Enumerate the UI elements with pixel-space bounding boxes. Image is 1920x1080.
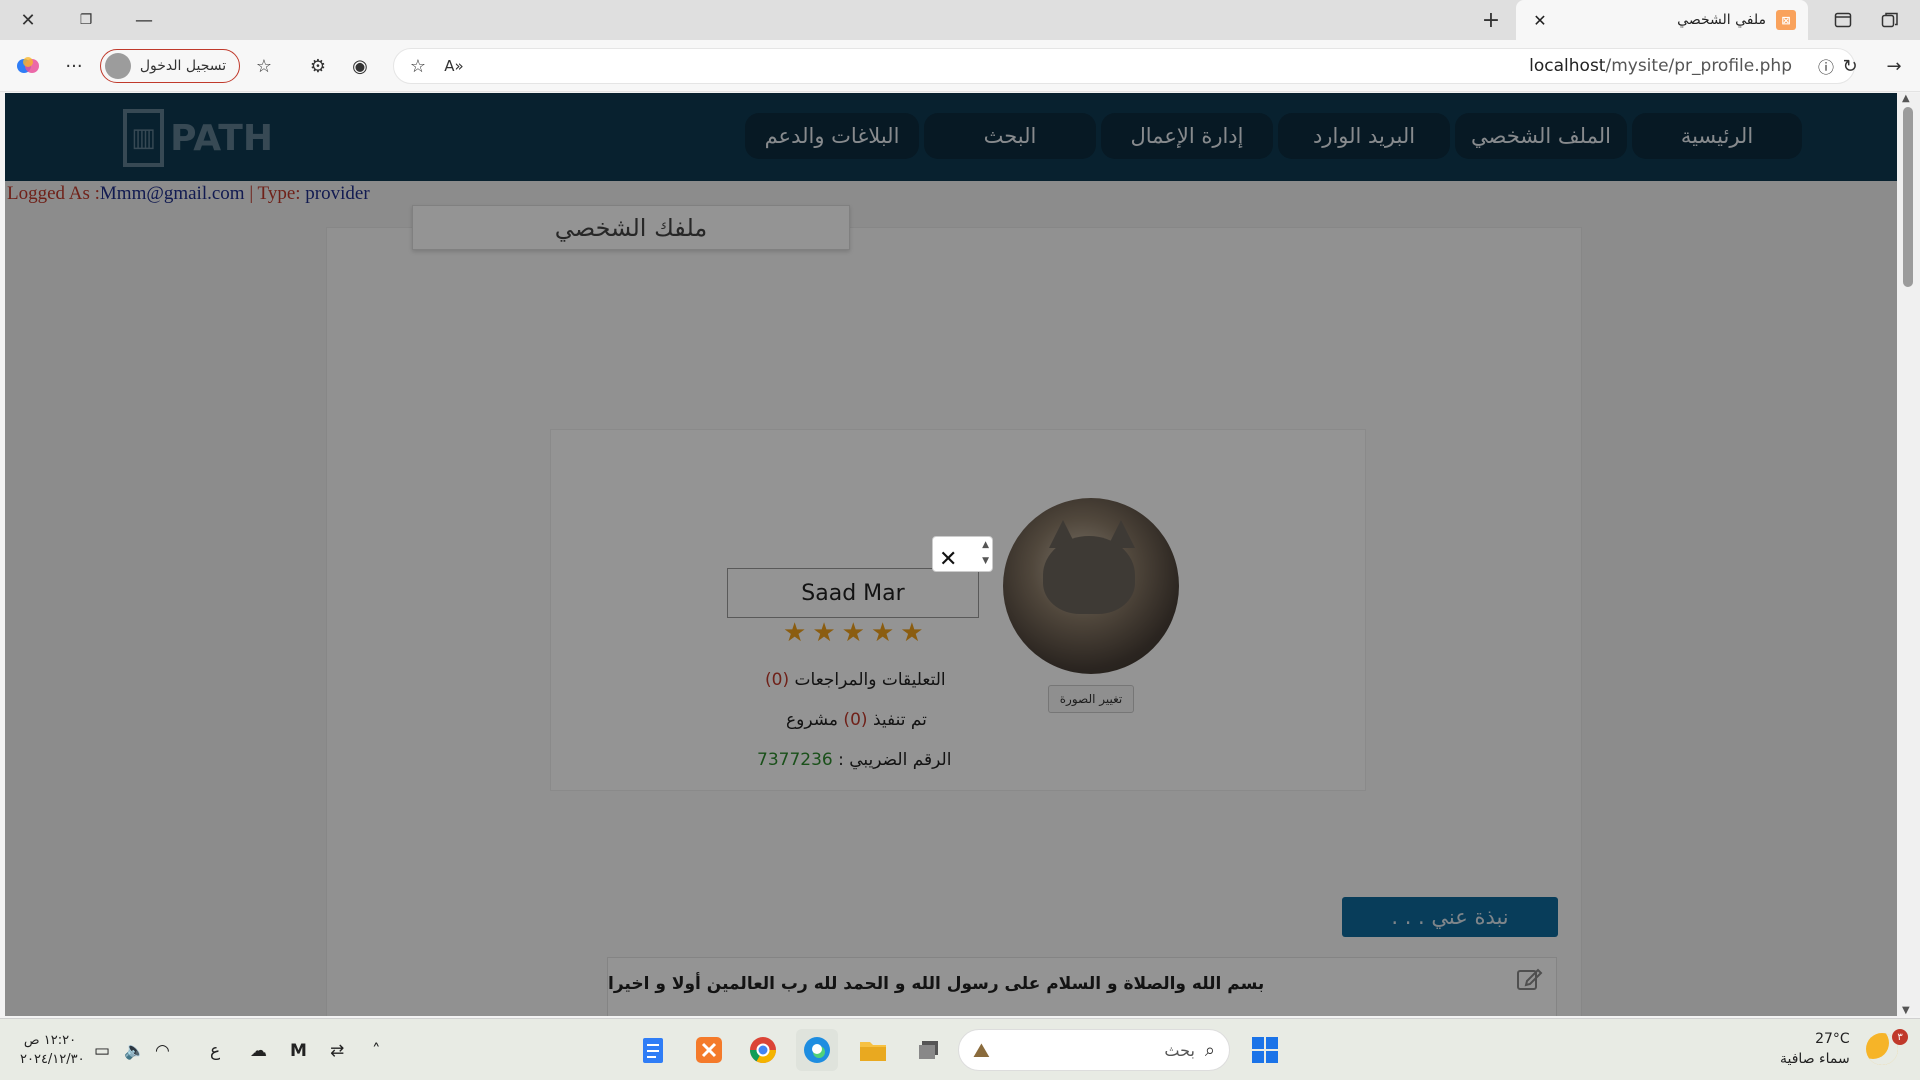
number-spinner-foreground[interactable]: ✕ ▲ ▼ xyxy=(932,536,993,572)
edge-icon xyxy=(804,1037,830,1063)
restore-window-button[interactable]: ❐ xyxy=(58,0,114,40)
cloud-off-icon[interactable]: ☁ xyxy=(250,1041,267,1061)
notepad-app[interactable] xyxy=(632,1029,674,1071)
search-placeholder: بحث xyxy=(1164,1040,1195,1060)
web-page: ▥ PATH الرئيسية الملف الشخصي البريد الوا… xyxy=(5,93,1897,1016)
record-icon: ◉ xyxy=(352,55,368,77)
close-window-button[interactable]: ✕ xyxy=(0,0,56,40)
copilot-button[interactable] xyxy=(12,50,44,82)
chrome-icon xyxy=(749,1037,777,1064)
url-path: /mysite/pr_profile.php xyxy=(1605,56,1792,76)
tab-actions-button[interactable] xyxy=(1828,6,1858,34)
vertical-scrollbar[interactable]: ▲ ▼ xyxy=(1897,93,1920,1016)
clear-icon[interactable]: ✕ xyxy=(939,549,957,571)
search-icon: ⌕ xyxy=(1204,1039,1215,1061)
address-bar[interactable]: ☆ A» localhost/mysite/pr_profile.php ⓘ xyxy=(393,48,1855,84)
sign-in-button[interactable]: تسجيل الدخول xyxy=(100,49,240,83)
battery-icon[interactable]: ▭ xyxy=(94,1041,110,1061)
read-aloud-button[interactable]: A» xyxy=(438,50,470,82)
workspaces-button[interactable] xyxy=(1875,6,1905,34)
chrome-app[interactable] xyxy=(742,1029,784,1071)
task-view-app[interactable] xyxy=(908,1029,950,1071)
system-clock[interactable]: ١٢:٢٠ ص ٢٠٢٤/١٢/٣٠ xyxy=(20,1031,85,1069)
wifi-icon[interactable]: ◠ xyxy=(155,1041,170,1061)
tab-title: ملفي الشخصي xyxy=(1677,12,1766,28)
restore-icon: ❐ xyxy=(79,12,93,28)
browser-tab[interactable]: ✕ ملفي الشخصي ⊠ xyxy=(1516,0,1808,40)
window-stack-icon xyxy=(919,1041,938,1059)
arrow-right-icon: → xyxy=(1886,55,1902,77)
weather-temp: 27°C xyxy=(1815,1031,1850,1047)
weather-widget[interactable]: 27°C سماء صافية xyxy=(1780,1029,1850,1069)
edge-app[interactable] xyxy=(796,1029,838,1071)
avatar-icon xyxy=(105,53,131,79)
notepad-icon xyxy=(643,1038,663,1063)
minimize-icon: — xyxy=(135,9,153,31)
weather-desc: سماء صافية xyxy=(1780,1051,1850,1067)
xampp-icon: ⊠ xyxy=(1776,10,1796,30)
sign-in-label: تسجيل الدخول xyxy=(139,58,227,74)
spin-down-icon[interactable]: ▼ xyxy=(982,556,989,566)
start-button[interactable] xyxy=(1244,1029,1286,1071)
browser-toolbar: ··· تسجيل الدخول ☆ ⚙ ◉ ☆ A» localhost/my… xyxy=(0,40,1920,92)
workspaces-icon xyxy=(1881,12,1898,28)
spin-up-icon[interactable]: ▲ xyxy=(982,540,989,550)
file-explorer-app[interactable] xyxy=(852,1029,894,1071)
scrollbar-thumb[interactable] xyxy=(1903,107,1913,287)
search-highlight-icon: ⛰ xyxy=(973,1038,990,1062)
more-options-button[interactable]: ··· xyxy=(58,50,90,82)
xampp-app-icon xyxy=(696,1037,722,1063)
folder-icon xyxy=(860,1042,886,1061)
tab-close-icon[interactable]: ✕ xyxy=(1528,8,1552,32)
info-icon: ⓘ xyxy=(1817,58,1834,77)
extensions-icon: ⚙ xyxy=(309,55,327,77)
xampp-app[interactable] xyxy=(688,1029,730,1071)
tab-layout-icon xyxy=(1834,12,1852,28)
minimize-window-button[interactable]: — xyxy=(116,0,172,40)
url-host: localhost xyxy=(1529,56,1606,76)
browser-window: ✕ ❐ — + ✕ ملفي الشخصي ⊠ ··· تسجيل الدخول… xyxy=(0,0,1920,1080)
add-favorite-button[interactable]: ☆ xyxy=(402,50,434,82)
app-tray-icon[interactable]: M xyxy=(290,1041,307,1061)
copilot-icon xyxy=(17,57,39,73)
new-tab-button[interactable]: + xyxy=(1476,6,1506,34)
title-bar: ✕ ❐ — + ✕ ملفي الشخصي ⊠ xyxy=(0,0,1920,40)
scroll-up-icon[interactable]: ▲ xyxy=(1902,93,1910,104)
read-aloud-icon: A» xyxy=(444,57,464,75)
star-icon: ☆ xyxy=(409,55,427,77)
favorites-list-icon: ☆ xyxy=(255,55,273,77)
chevron-up-icon[interactable]: ˄ xyxy=(372,1041,381,1061)
clock-time: ١٢:٢٠ ص xyxy=(23,1033,77,1048)
notification-badge: ٣ xyxy=(1892,1029,1908,1045)
extensions-button[interactable]: ⚙ xyxy=(302,50,334,82)
more-icon: ··· xyxy=(65,55,83,77)
scroll-down-icon[interactable]: ▼ xyxy=(1902,1005,1910,1016)
clock-date: ٢٠٢٤/١٢/٣٠ xyxy=(20,1052,85,1067)
url-text: localhost/mysite/pr_profile.php xyxy=(1529,56,1792,76)
language-indicator[interactable]: ع xyxy=(210,1041,220,1061)
page-viewport: ▥ PATH الرئيسية الملف الشخصي البريد الوا… xyxy=(5,93,1897,1016)
volume-icon[interactable]: 🔈 xyxy=(124,1041,145,1061)
favorites-button[interactable]: ☆ xyxy=(248,50,280,82)
record-button[interactable]: ◉ xyxy=(344,50,376,82)
taskbar-search[interactable]: ⌕ بحث ⛰ xyxy=(958,1029,1230,1071)
transfer-icon[interactable]: ⇄ xyxy=(330,1041,344,1061)
close-icon: ✕ xyxy=(20,9,36,31)
back-button[interactable]: → xyxy=(1878,50,1910,82)
refresh-icon: ↻ xyxy=(1842,55,1858,77)
windows-icon xyxy=(1252,1037,1278,1063)
refresh-button[interactable]: ↻ xyxy=(1834,50,1866,82)
taskbar: ١٢:٢٠ ص ٢٠٢٤/١٢/٣٠ ▭ 🔈 ◠ ع ☁ M ⇄ ˄ ⌕ بحث … xyxy=(0,1018,1920,1080)
